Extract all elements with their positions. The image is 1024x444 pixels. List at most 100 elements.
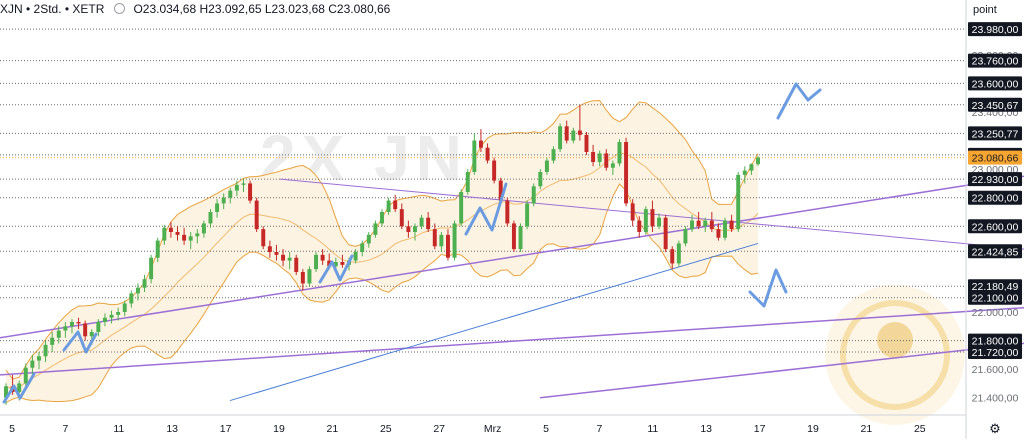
candle-body	[657, 217, 662, 227]
candle-body	[492, 160, 497, 181]
candle-body	[50, 337, 55, 345]
candle-body	[182, 234, 187, 241]
x-tick-label: 5	[543, 423, 549, 435]
candle-body	[83, 323, 88, 337]
level-label: 23.450,67	[972, 100, 1019, 112]
candle	[294, 254, 299, 275]
candle-body	[142, 279, 147, 288]
candle-body	[604, 153, 609, 168]
chart[interactable]: 2X JN 22.000,0021.600,0021.400,0023.800,…	[0, 0, 1024, 439]
candle-body	[459, 192, 464, 224]
candle-body	[386, 200, 391, 212]
level-label: 22.800,00	[972, 193, 1019, 205]
candle	[459, 189, 464, 227]
candle	[505, 197, 510, 227]
candle-body	[254, 200, 259, 230]
candle-body	[544, 160, 549, 172]
y-tick-label: 21.400,00	[972, 393, 1019, 405]
candle-body	[366, 234, 371, 244]
candle-body	[577, 130, 582, 135]
candle-body	[294, 257, 299, 272]
candle-body	[597, 153, 602, 162]
candle-body	[643, 209, 648, 232]
level-label: 22.100,00	[972, 293, 1019, 305]
candle	[736, 172, 741, 232]
candle-body	[399, 209, 404, 227]
x-tick-label: 11	[647, 423, 658, 435]
candle-body	[195, 233, 200, 237]
candle-body	[432, 229, 437, 247]
y-tick-label: 21.600,00	[972, 364, 1019, 376]
candle-body	[122, 303, 127, 312]
candle-body	[380, 212, 384, 224]
candle-body	[525, 203, 530, 227]
candle-body	[505, 200, 510, 224]
chart-canvas[interactable]: 2X JN 22.000,0021.600,0021.400,0023.800,…	[0, 0, 1024, 439]
x-tick-label: 7	[596, 423, 602, 435]
candle-body	[716, 229, 721, 238]
candle-body	[736, 174, 741, 230]
candle	[307, 266, 312, 287]
candle-body	[168, 227, 173, 232]
candle-body	[149, 257, 154, 280]
candle-body	[571, 130, 576, 141]
candle-body	[610, 163, 615, 168]
visibility-toggle-icon[interactable]	[114, 3, 126, 14]
level-label: 21.720,00	[972, 347, 1019, 359]
candle-body	[215, 203, 220, 212]
x-tick-label: 17	[754, 423, 766, 435]
y-tick-label: 22.000,00	[972, 307, 1019, 319]
level-label: 22.424,85	[972, 246, 1019, 258]
candle-body	[201, 223, 206, 234]
candle-body	[670, 249, 675, 264]
price-axis-unit[interactable]: point	[973, 4, 997, 16]
candle-body	[419, 217, 424, 227]
candle-body	[584, 134, 589, 152]
candle-body	[531, 186, 536, 204]
candle-body	[709, 220, 714, 230]
x-tick-label: 27	[433, 423, 445, 435]
level-label: 23.760,00	[972, 56, 1019, 68]
candle	[254, 197, 259, 232]
candle-body	[360, 243, 365, 252]
candle-body	[551, 149, 556, 161]
candle-body	[558, 126, 563, 150]
candle	[531, 183, 536, 207]
candle-body	[485, 147, 490, 161]
candle	[683, 226, 688, 247]
x-tick-label: 13	[166, 423, 178, 435]
candle-body	[353, 252, 358, 261]
level-label: 23.600,00	[972, 78, 1019, 90]
candle-body	[63, 326, 68, 331]
candle-body	[314, 254, 319, 270]
x-tick-label: 5	[9, 423, 15, 435]
x-tick-label: 19	[807, 423, 819, 435]
candle-body	[307, 269, 312, 284]
candle-body	[96, 322, 101, 332]
candle-body	[320, 254, 325, 261]
candle	[465, 169, 470, 195]
candle-body	[696, 220, 701, 227]
candle-body	[109, 314, 114, 318]
candle-body	[37, 356, 41, 361]
brand-logo-icon	[825, 285, 965, 425]
candle-body	[23, 367, 28, 384]
candle-body	[538, 172, 543, 187]
candle-body	[756, 157, 760, 165]
symbol-label[interactable]: XJN • 2Std. • XETR	[0, 2, 104, 16]
settings-gear-icon[interactable]: ⚙	[989, 421, 1001, 436]
x-tick-label: 7	[62, 423, 68, 435]
candle	[584, 132, 589, 155]
candle-body	[742, 170, 747, 175]
candle-body	[426, 217, 431, 230]
candle-body	[30, 360, 35, 368]
candle-body	[175, 232, 180, 235]
x-tick-label: 21	[327, 423, 339, 435]
candle-body	[261, 229, 266, 247]
candle	[538, 169, 543, 190]
x-tick-label: Mrz	[484, 423, 502, 435]
candle-body	[267, 246, 272, 252]
candle-body	[89, 332, 94, 337]
level-label: 22.930,00	[972, 174, 1019, 186]
candle	[261, 226, 266, 250]
